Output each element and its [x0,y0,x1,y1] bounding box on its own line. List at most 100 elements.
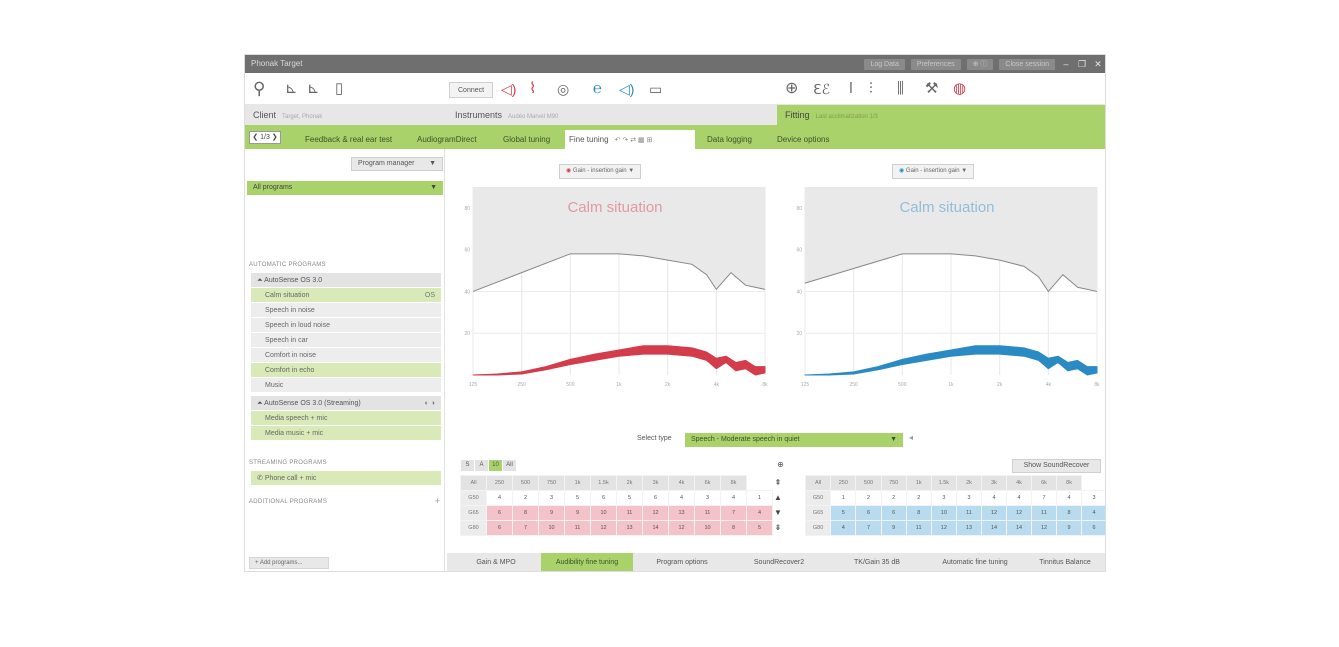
speaker-icon[interactable]: ◁) [619,78,634,100]
right-gain-chart[interactable]: Calm situation 80 60 40 20 125 250 500 1k 2k 4k 8k [793,183,1101,391]
gain-cell[interactable]: 11 [616,505,643,521]
program-comfort-in-echo[interactable]: Comfort in echo [251,363,441,378]
row-level-label[interactable]: G80 [460,520,487,536]
program-manager-button[interactable]: Program manager ▼ [351,157,443,171]
gain-cell[interactable]: 5 [564,490,591,506]
gain-cell[interactable]: 9 [564,505,591,521]
program-speech-in-car[interactable]: Speech in car [251,333,441,348]
tab-program-options[interactable]: Program options [637,553,727,571]
gain-up-icon[interactable]: ▲ [774,490,782,505]
settings-knob-icon[interactable]: ◎ [557,78,569,100]
gain-cell[interactable]: 10 [538,520,565,536]
audiogram-icon[interactable]: ⊾ [285,78,298,100]
gain-cell[interactable]: 9 [1056,520,1083,536]
gain-cell[interactable]: 3 [694,490,721,506]
help-button[interactable]: ⊕ ⓘ [966,58,994,70]
instruments-section[interactable]: Instruments Audéo Marvel M90 [447,105,777,125]
pen-icon[interactable]: ǀ [849,78,853,100]
ear-sound-left-icon[interactable]: ◁) [501,78,516,100]
ears-icon[interactable]: ℇℰ [813,78,830,100]
gain-cell[interactable]: 3 [930,490,957,506]
gain-cell[interactable]: 14 [642,520,669,536]
connect-button[interactable]: Connect [449,82,494,98]
gain-cell[interactable]: 12 [1006,505,1033,521]
gain-cell[interactable]: 4 [1081,505,1105,521]
ear-right-icon[interactable]: ℮ [593,78,602,100]
gain-cell[interactable]: 14 [980,520,1008,536]
tab-automatic-fine-tuning[interactable]: Automatic fine tuning [925,553,1025,571]
level-button-a[interactable]: A [475,460,488,471]
freq-header[interactable]: All [804,475,832,491]
gain-cell[interactable]: 1 [830,490,857,506]
tab-gain-mpo[interactable]: Gain & MPO [455,553,537,571]
add-additional-program-icon[interactable]: + [435,496,440,506]
acclimatization-nav-button[interactable]: ❮ 1/3 ❯ [249,131,281,144]
row-level-label[interactable]: G65 [804,505,832,521]
tab-tk-gain[interactable]: TK/Gain 35 dB [831,553,923,571]
sound-ears-icon[interactable]: ◍ [953,78,966,100]
log-data-button[interactable]: Log Data [864,58,905,70]
bars-icon[interactable]: ⫼ [897,78,904,100]
gain-cell[interactable]: 13 [616,520,643,536]
client-user-icon[interactable]: ⚲ [253,78,265,100]
level-button-10[interactable]: 10 [489,460,502,471]
gain-cell[interactable]: 6 [486,520,513,536]
gain-cell[interactable]: 3 [1081,490,1105,506]
fine-tuning-tools-icon[interactable]: ↶ ↷ ⇄ ▦ ⊞ [615,137,653,144]
gain-cell[interactable]: 6 [855,505,882,521]
preferences-button[interactable]: Preferences [910,58,961,70]
tab-fine-tuning[interactable]: Fine tuning ↶ ↷ ⇄ ▦ ⊞ [565,130,695,149]
program-comfort-in-noise[interactable]: Comfort in noise [251,348,441,363]
freq-header[interactable]: 3k [980,475,1008,491]
freq-header[interactable]: 6k [1031,475,1058,491]
document-icon[interactable]: ▯ [335,78,343,100]
select-type-dropdown[interactable]: Speech - Moderate speech in quiet ▼ [685,433,903,447]
gain-cell[interactable]: 12 [590,520,617,536]
freq-header[interactable]: All [460,475,487,491]
gain-cell[interactable]: 13 [668,505,695,521]
program-phone-call[interactable]: ✆ Phone call + mic [251,471,441,486]
tab-global-tuning[interactable]: Global tuning [499,130,554,149]
gain-cell[interactable]: 11 [694,505,721,521]
gain-cell[interactable]: 6 [590,490,617,506]
gain-cell[interactable]: 10 [694,520,721,536]
gain-cell[interactable]: 3 [955,490,983,506]
autosense-streaming-group[interactable]: ⏶ AutoSense OS 3.0 (Streaming) ◐ ◑ [251,396,441,411]
gain-cell[interactable]: 2 [880,490,907,506]
sliders-icon[interactable]: ⫶ [869,78,873,100]
gain-cell[interactable]: 12 [930,520,957,536]
right-gain-selector[interactable]: ◉ Gain - insertion gain ▼ [892,164,975,179]
freq-header[interactable]: 250 [486,475,513,491]
gain-cell[interactable]: 14 [1006,520,1033,536]
gain-cell[interactable]: 4 [1006,490,1033,506]
gain-cell[interactable]: 4 [668,490,695,506]
gain-cell[interactable]: 6 [642,490,669,506]
gain-cell[interactable]: 10 [930,505,957,521]
add-programs-button[interactable]: + Add programs... [249,557,329,569]
gain-cell[interactable]: 4 [830,520,857,536]
tab-audibility-fine-tuning[interactable]: Audibility fine tuning [541,553,633,571]
gain-cell[interactable]: 6 [486,505,513,521]
gain-cell[interactable]: 12 [668,520,695,536]
freq-header[interactable]: 2k [616,475,643,491]
gain-cell[interactable]: 11 [905,520,932,536]
freq-header[interactable]: 6k [694,475,721,491]
freq-header[interactable]: 1k [905,475,932,491]
tab-tinnitus-balance[interactable]: Tinnitus Balance [1027,553,1103,571]
gain-cell[interactable]: 12 [642,505,669,521]
gain-cell[interactable]: 11 [564,520,591,536]
tab-data-logging[interactable]: Data logging [703,130,756,149]
target-icon[interactable]: ⊕ [785,78,798,100]
gain-cell[interactable]: 9 [880,520,907,536]
program-media-music[interactable]: Media music + mic [251,426,441,441]
gain-cell[interactable]: 8 [512,505,539,521]
gain-cell[interactable]: 8 [1056,505,1083,521]
show-soundrecover-button[interactable]: Show SoundRecover [1012,459,1101,473]
gain-cell[interactable]: 13 [955,520,983,536]
gain-cell[interactable]: 6 [880,505,907,521]
program-speech-in-loud-noise[interactable]: Speech in loud noise [251,318,441,333]
close-session-button[interactable]: Close session [999,58,1055,70]
autosense-group[interactable]: ⏶ AutoSense OS 3.0 [251,273,441,288]
freq-header[interactable]: 750 [538,475,565,491]
left-gain-selector[interactable]: ◉ Gain - insertion gain ▼ [559,164,642,179]
